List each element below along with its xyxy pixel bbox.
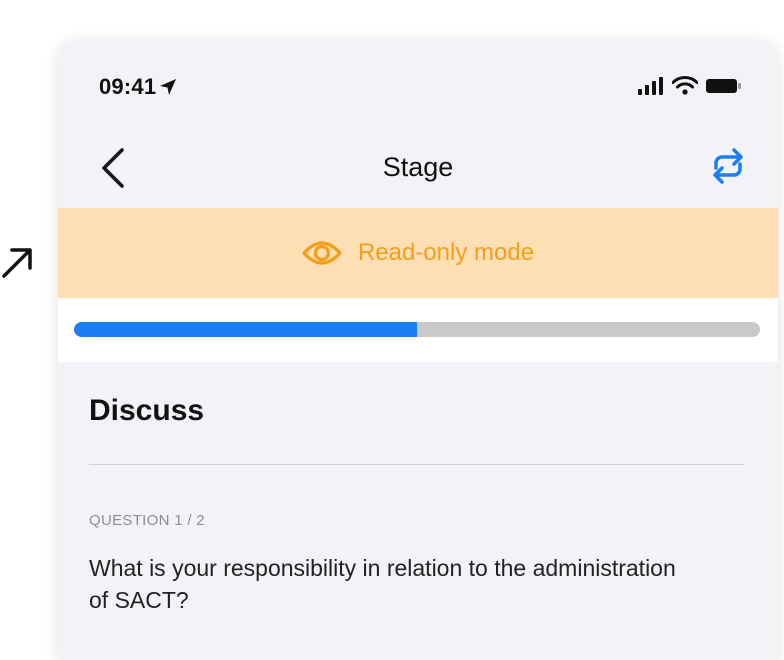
status-time-group: 09:41 xyxy=(99,74,177,100)
question-counter: QUESTION 1 / 2 xyxy=(89,512,205,529)
status-bar: 09:41 xyxy=(58,40,778,128)
eye-icon xyxy=(302,241,342,265)
page-title: Stage xyxy=(382,152,454,182)
progress-track xyxy=(74,322,760,337)
read-only-banner: Read-only mode xyxy=(58,208,778,298)
status-icons xyxy=(638,76,742,95)
location-arrow-icon xyxy=(160,79,177,95)
sync-button[interactable] xyxy=(706,144,750,188)
content-area: Discuss QUESTION 1 / 2 What is your resp… xyxy=(58,362,778,660)
progress-fill xyxy=(74,322,417,337)
battery-icon xyxy=(706,78,741,93)
question-text: What is your responsibility in relation … xyxy=(89,555,676,613)
wifi-icon xyxy=(672,76,698,95)
banner-text: Read-only mode xyxy=(357,239,535,266)
arrow-up-right-icon xyxy=(2,248,32,278)
divider xyxy=(89,464,744,465)
progress-section xyxy=(58,298,778,362)
phone-screen: 09:41 Stage Read-only mode Discuss QUEST… xyxy=(58,40,778,660)
navigation-bar: Stage xyxy=(58,128,778,208)
status-time: 09:41 xyxy=(99,74,157,99)
cellular-signal-icon xyxy=(638,76,663,95)
section-title: Discuss xyxy=(89,394,205,427)
